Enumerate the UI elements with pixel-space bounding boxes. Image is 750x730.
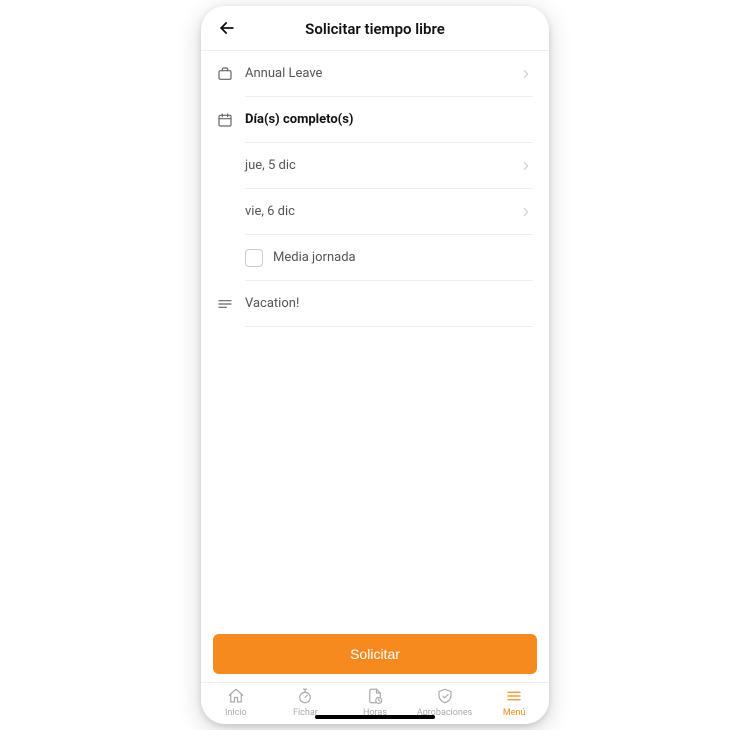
back-button[interactable] (215, 16, 239, 40)
notes-icon (217, 296, 233, 312)
duration-mode-value: Día(s) completo(s) (245, 112, 353, 127)
header: Solicitar tiempo libre (201, 6, 549, 51)
leave-type-row[interactable]: Annual Leave (201, 51, 549, 97)
tab-label: Inicio (225, 708, 247, 718)
tab-menu[interactable]: Menú (479, 687, 549, 718)
home-icon (227, 687, 245, 705)
submit-button[interactable]: Solicitar (213, 634, 537, 674)
note-row[interactable]: Vacation! (201, 281, 549, 327)
app-window: Solicitar tiempo libre Annual Leave Día(… (201, 6, 549, 724)
home-indicator (315, 715, 435, 719)
tab-home[interactable]: Inicio (201, 687, 271, 718)
form-content: Annual Leave Día(s) completo(s) jue, 5 d… (201, 51, 549, 624)
menu-icon (505, 687, 523, 705)
footer: Solicitar (201, 624, 549, 682)
end-date-row[interactable]: vie, 6 dic (201, 189, 549, 235)
arrow-left-icon (217, 18, 237, 38)
stopwatch-icon (296, 687, 314, 705)
start-date-value: jue, 5 dic (245, 158, 296, 173)
page-title: Solicitar tiempo libre (305, 20, 445, 38)
tab-label: Menú (503, 708, 526, 718)
half-day-checkbox[interactable] (245, 249, 263, 267)
shield-check-icon (436, 687, 454, 705)
end-date-value: vie, 6 dic (245, 204, 295, 219)
start-date-row[interactable]: jue, 5 dic (201, 143, 549, 189)
chevron-right-icon (519, 67, 533, 81)
leave-type-value: Annual Leave (245, 66, 322, 81)
half-day-label: Media jornada (273, 250, 356, 265)
chevron-right-icon (519, 205, 533, 219)
briefcase-icon (217, 66, 233, 82)
half-day-row[interactable]: Media jornada (201, 235, 549, 281)
tab-clock[interactable]: Fichar (271, 687, 341, 718)
note-value: Vacation! (245, 296, 299, 311)
tab-approvals[interactable]: Aprobaciones (410, 687, 480, 718)
calendar-icon (217, 112, 233, 128)
file-clock-icon (366, 687, 384, 705)
tab-hours[interactable]: Horas (340, 687, 410, 718)
chevron-right-icon (519, 159, 533, 173)
duration-mode-row[interactable]: Día(s) completo(s) (201, 97, 549, 143)
